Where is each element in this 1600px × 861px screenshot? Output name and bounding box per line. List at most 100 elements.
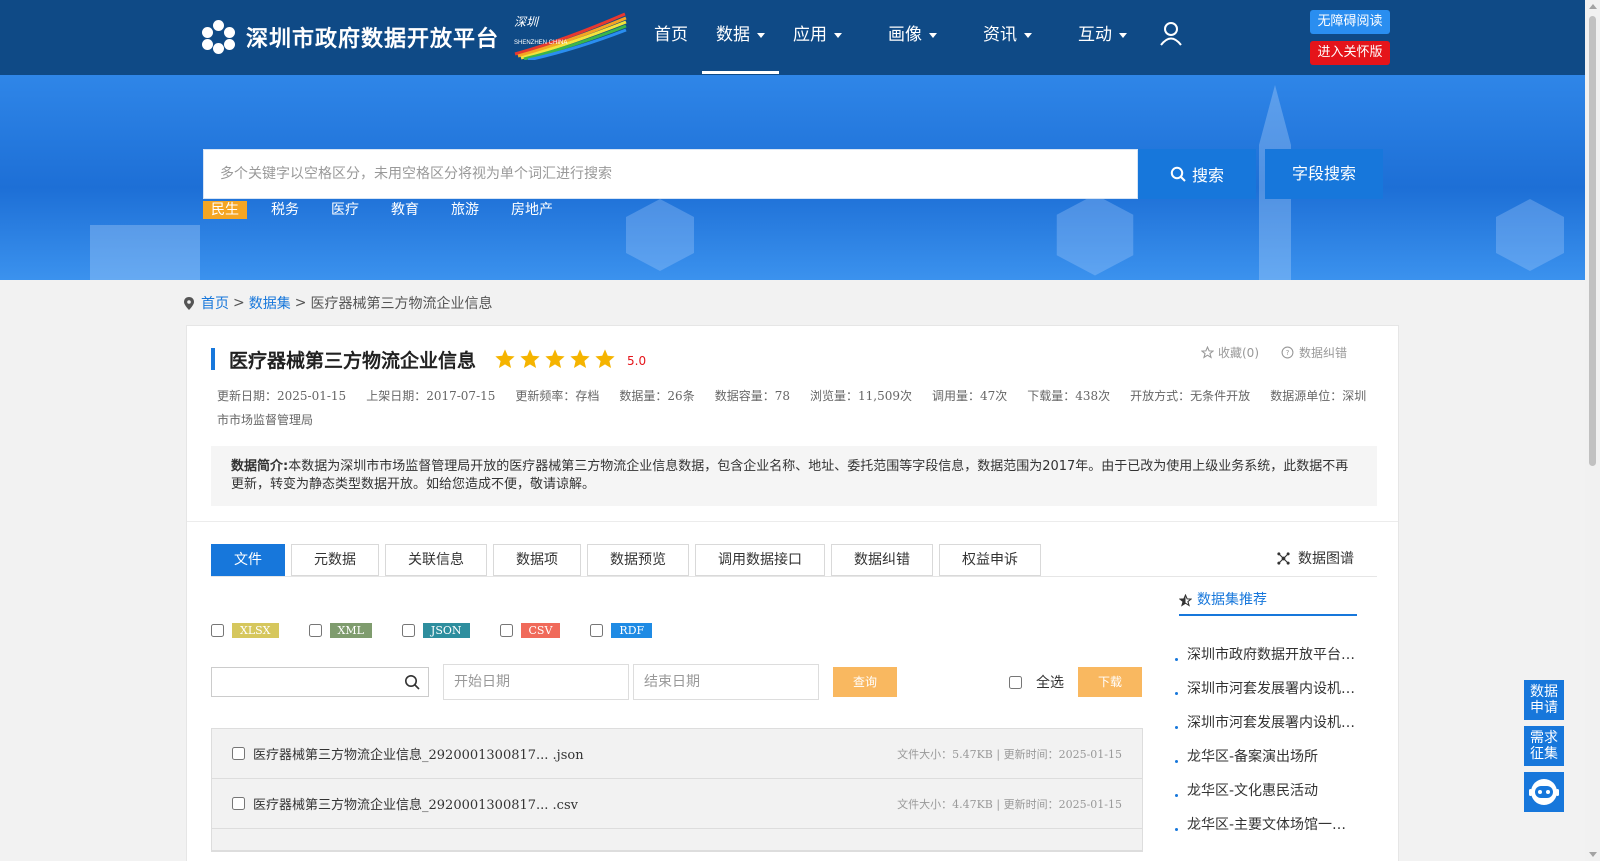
recommend-item[interactable]: 龙华区-文化惠民活动 (1175, 774, 1365, 808)
format-filter-rdf[interactable]: RDF (590, 623, 653, 638)
select-all[interactable]: 全选 (1009, 672, 1064, 692)
dataset-card: 医疗器械第三方物流企业信息 5.0 收藏(0) ? 数据纠错 更新日期：2025… (186, 325, 1399, 861)
tab-item[interactable]: 数据项 (493, 544, 581, 576)
file-name[interactable]: 医疗器械第三方物流企业信息_2920001300817... .csv (253, 794, 578, 813)
nav-item-4[interactable]: 资讯 (969, 0, 1046, 75)
star-icon[interactable] (569, 348, 591, 370)
recommend-item[interactable]: 龙华区-主要文体场馆一… (1175, 808, 1365, 842)
accessibility-button[interactable]: 无障碍阅读 (1310, 10, 1390, 34)
site-logo[interactable]: 深圳市政府数据开放平台 (202, 20, 499, 54)
file-row[interactable] (212, 829, 1142, 851)
logo-icon (202, 20, 236, 54)
tab-item[interactable]: 权益申诉 (939, 544, 1041, 576)
title-accent-bar (211, 348, 215, 370)
nav-item-0[interactable]: 首页 (640, 0, 702, 75)
meta-update-date: 更新日期：2025-01-15 (217, 389, 347, 403)
tab-item[interactable]: 数据纠错 (831, 544, 933, 576)
nav-item-1[interactable]: 数据 (702, 0, 779, 75)
breadcrumb-current: 医疗器械第三方物流企业信息 (310, 296, 493, 312)
recommend-item[interactable]: 深圳市河套发展署内设机… (1175, 672, 1365, 706)
search-icon[interactable] (404, 674, 420, 690)
file-filter-row: 开始日期 结束日期 查询 全选 下载 (211, 664, 1142, 700)
meta-calls: 调用量：47次 (931, 389, 1008, 403)
query-button[interactable]: 查询 (833, 667, 897, 697)
page-scrollbar[interactable] (1585, 0, 1600, 861)
file-checkbox[interactable] (232, 797, 245, 810)
format-filter-csv[interactable]: CSV (499, 623, 561, 638)
recommend-item[interactable]: 龙华区-备案演出场所 (1175, 740, 1365, 774)
data-graph-link[interactable]: 数据图谱 (1277, 548, 1354, 568)
hot-tag[interactable]: 税务 (263, 201, 307, 219)
file-row[interactable]: 医疗器械第三方物流企业信息_2920001300817... .csv 文件大小：… (212, 779, 1142, 829)
scrollbar-thumb[interactable] (1589, 16, 1596, 466)
file-row[interactable]: 医疗器械第三方物流企业信息_2920001300817... .json 文件大小… (212, 729, 1142, 779)
recommend-item[interactable]: 深圳市河套发展署内设机… (1175, 706, 1365, 740)
user-icon[interactable] (1160, 22, 1182, 46)
format-checkbox[interactable] (499, 624, 513, 637)
demand-collect-button[interactable]: 需求征集 (1524, 726, 1564, 766)
tab-item[interactable]: 调用数据接口 (695, 544, 825, 576)
elder-mode-button[interactable]: 进入关怀版 (1310, 41, 1390, 65)
file-name[interactable]: 医疗器械第三方物流企业信息_2920001300817... .json (253, 744, 584, 763)
format-checkbox[interactable] (401, 624, 415, 637)
hexagon-decoration-icon (1496, 199, 1564, 271)
hexagon-decoration-icon (1056, 194, 1134, 276)
data-feedback-button[interactable]: ? 数据纠错 (1281, 344, 1347, 361)
format-checkbox[interactable] (590, 624, 604, 637)
file-checkbox[interactable] (232, 747, 245, 760)
nav-item-3[interactable]: 画像 (874, 0, 951, 75)
breadcrumb-home[interactable]: 首页 (201, 293, 229, 313)
keyword-filter-input[interactable] (211, 667, 429, 697)
recommend-item[interactable]: 深圳市政府数据开放平台… (1175, 638, 1365, 672)
nav-item-label: 首页 (654, 25, 688, 45)
collect-button[interactable]: 收藏(0) (1201, 344, 1259, 361)
format-checkbox[interactable] (211, 624, 224, 637)
dataset-title: 医疗器械第三方物流企业信息 (229, 349, 477, 372)
search-button[interactable]: 搜索 (1138, 149, 1256, 199)
nav-item-label: 资讯 (983, 25, 1017, 45)
search-input[interactable] (204, 150, 1137, 198)
detail-tabs: 文件 元数据 关联信息 数据项 数据预览 调用数据接口 数据纠错 权益申诉 (211, 544, 1047, 576)
tab-item[interactable]: 关联信息 (385, 544, 487, 576)
tab-item[interactable]: 文件 (211, 544, 285, 576)
data-apply-button[interactable]: 数据申请 (1524, 680, 1564, 720)
hot-tag[interactable]: 民生 (203, 201, 247, 219)
search-icon (1170, 166, 1186, 182)
rating-value: 5.0 (627, 354, 647, 368)
feedback-label: 数据纠错 (1299, 346, 1348, 360)
format-checkbox[interactable] (308, 624, 322, 637)
scroll-up-icon[interactable] (1589, 4, 1597, 9)
download-button[interactable]: 下载 (1078, 667, 1142, 697)
field-search-button[interactable]: 字段搜索 (1265, 149, 1383, 199)
format-filter-json[interactable]: JSON (401, 623, 470, 638)
hot-tag[interactable]: 教育 (383, 201, 427, 219)
rating-stars[interactable] (494, 348, 619, 370)
nav-item-5[interactable]: 互动 (1064, 0, 1141, 75)
star-icon[interactable] (544, 348, 566, 370)
hot-tag[interactable]: 旅游 (443, 201, 487, 219)
chevron-down-icon (834, 32, 842, 38)
select-all-checkbox[interactable] (1009, 675, 1022, 689)
format-filters: XLSX XML JSON CSV RDF (211, 623, 682, 638)
start-date-input[interactable]: 开始日期 (443, 664, 629, 700)
star-icon[interactable] (494, 348, 516, 370)
tab-item[interactable]: 元数据 (291, 544, 379, 576)
scroll-down-icon[interactable] (1589, 852, 1597, 857)
tab-item[interactable]: 数据预览 (587, 544, 689, 576)
hot-tag[interactable]: 房地产 (503, 201, 561, 219)
chat-robot-button[interactable] (1524, 772, 1564, 812)
nav-item-label: 画像 (888, 25, 922, 45)
end-date-input[interactable]: 结束日期 (633, 664, 819, 700)
nav-item-2[interactable]: 应用 (779, 0, 856, 75)
main-nav: 首页 数据 应用 画像 资讯 互动 (640, 0, 1141, 75)
dataset-meta: 更新日期：2025-01-15 上架日期：2017-07-15 更新频率：存档 数据量… (217, 384, 1377, 432)
search-box[interactable] (203, 149, 1138, 199)
star-icon[interactable] (594, 348, 616, 370)
hot-tag[interactable]: 医疗 (323, 201, 367, 219)
format-filter-xlsx[interactable]: XLSX (211, 623, 279, 638)
format-filter-xml[interactable]: XML (308, 623, 372, 638)
star-icon[interactable] (519, 348, 541, 370)
breadcrumb-datasets[interactable]: 数据集 (249, 293, 291, 313)
question-circle-icon: ? (1281, 346, 1294, 359)
graph-icon (1277, 551, 1290, 565)
